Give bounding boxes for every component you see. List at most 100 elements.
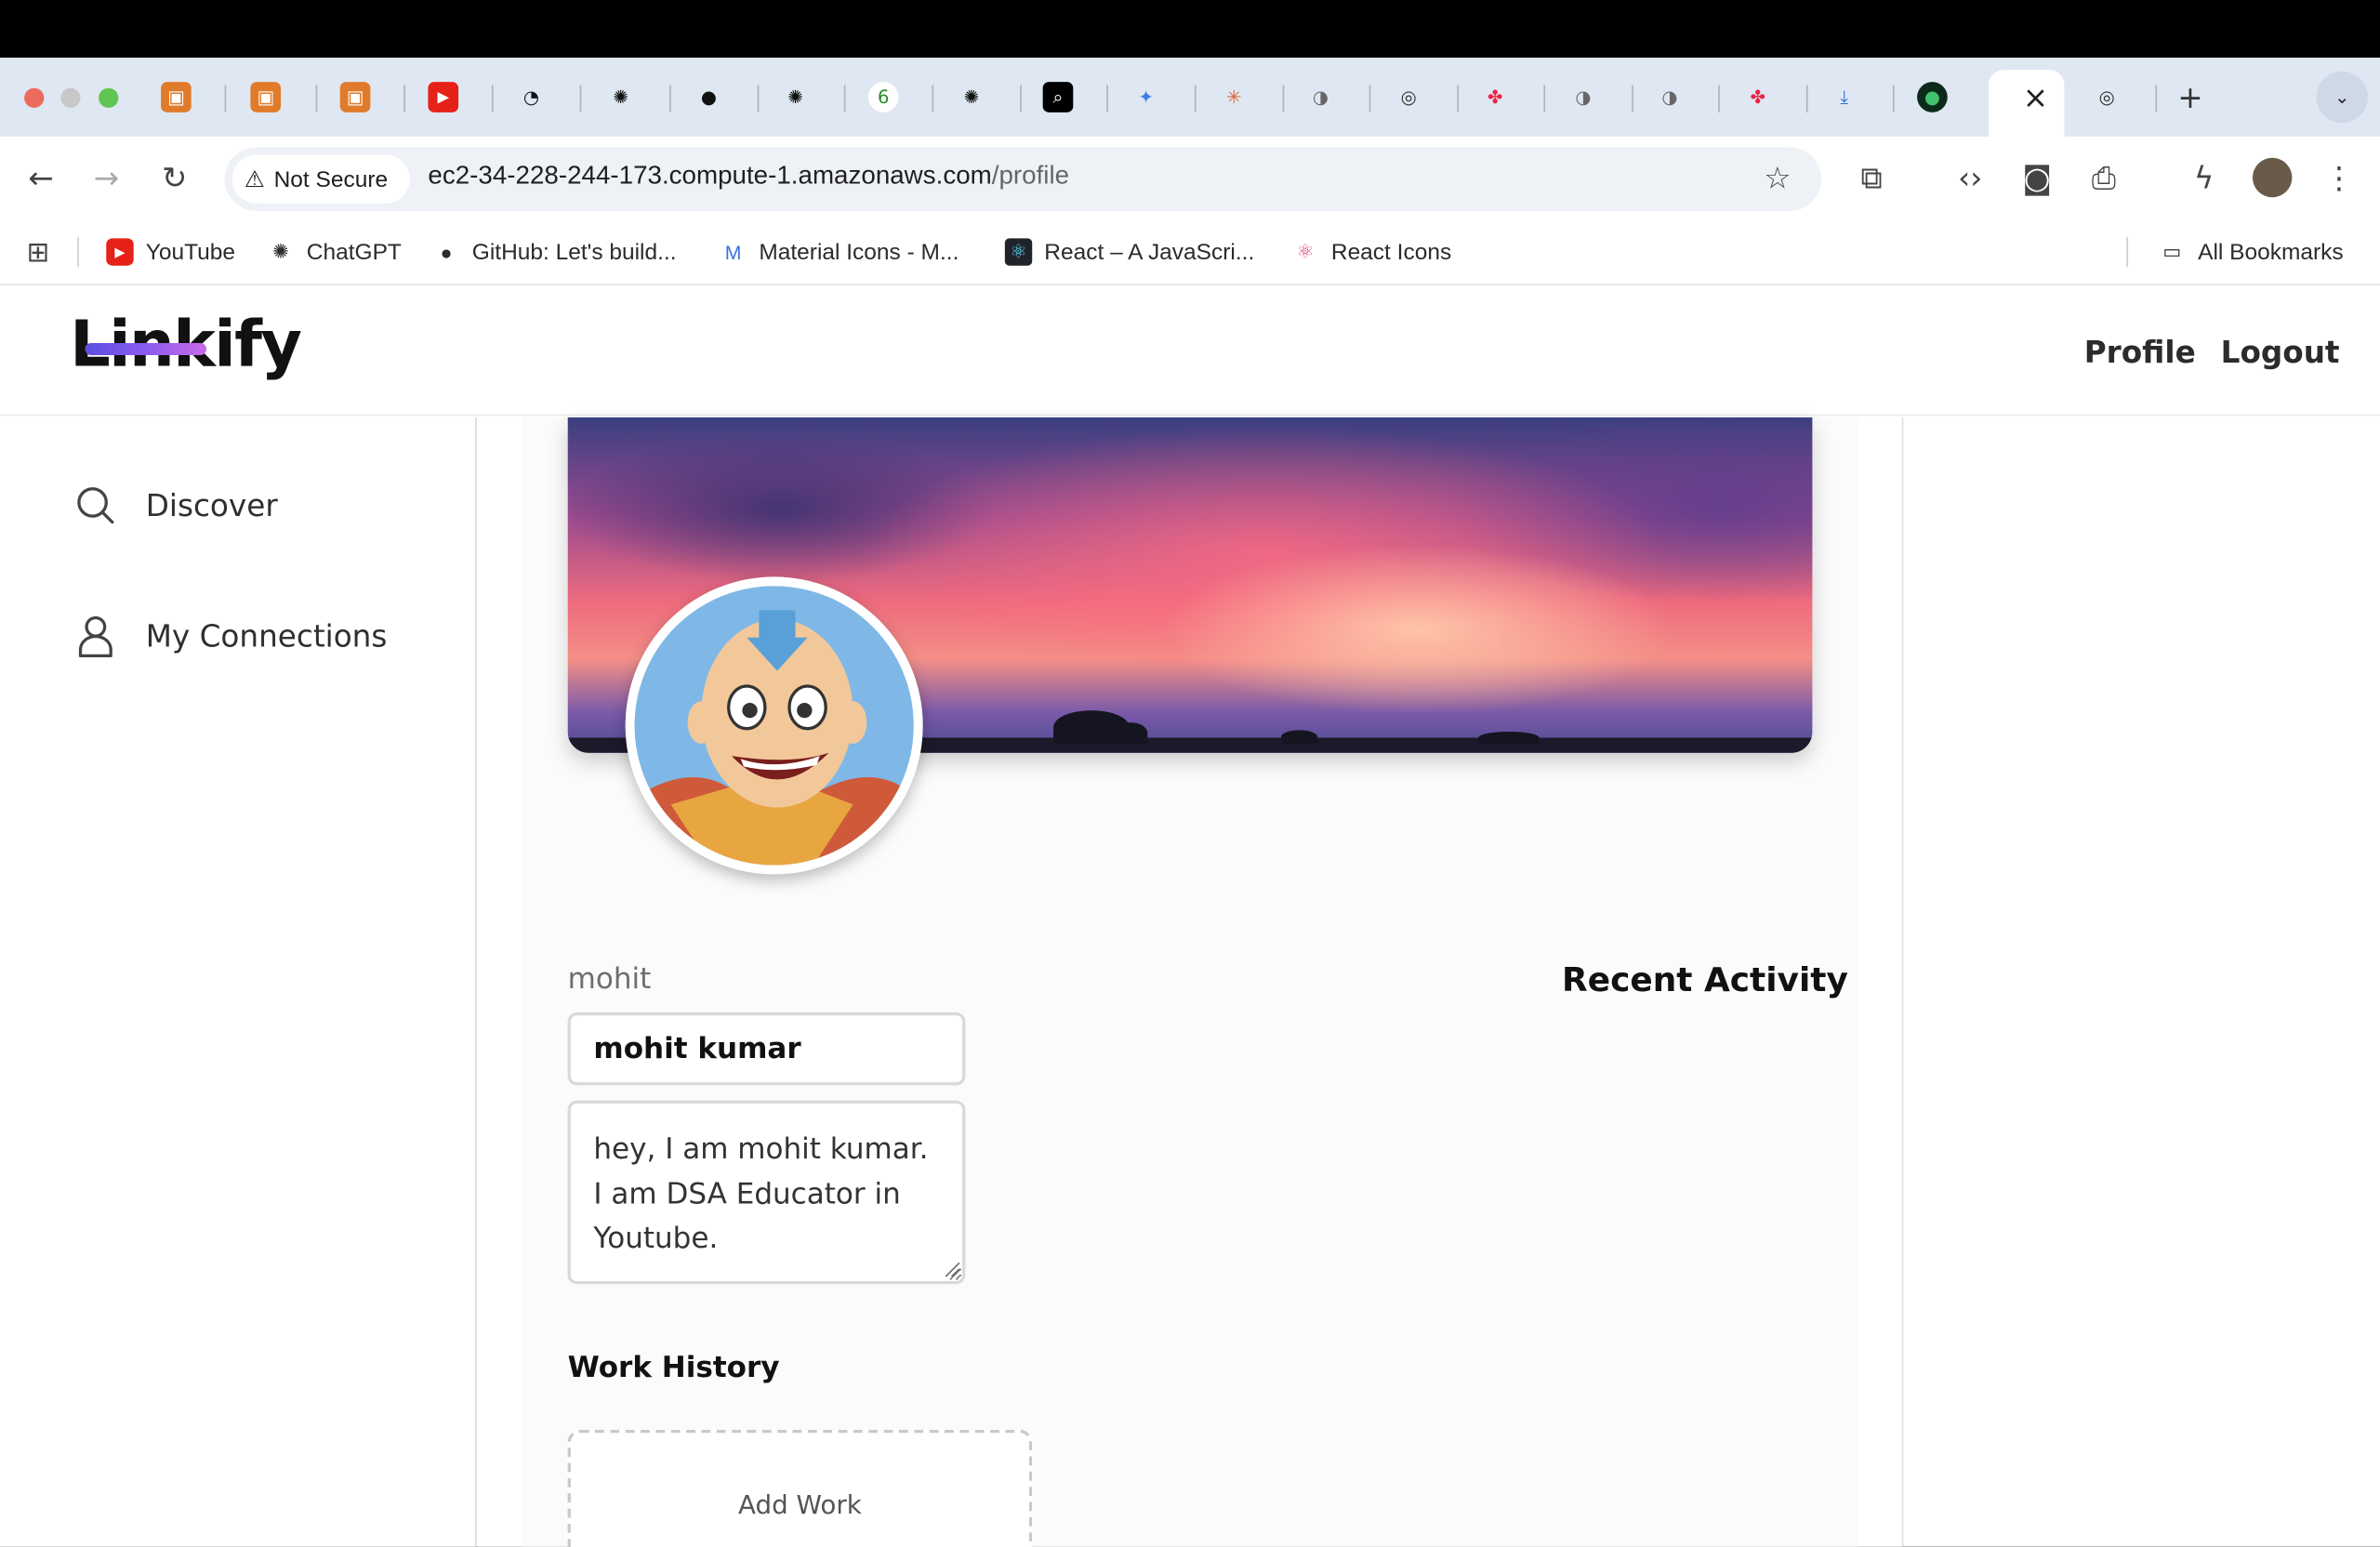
sidebar-item-label: My Connections [145, 617, 388, 654]
warning-icon: ⚠ [244, 166, 265, 193]
chrome-tab-icon[interactable]: ◎ [1394, 82, 1424, 112]
tab-separator [491, 85, 494, 112]
mongodb-tab-icon[interactable]: ● [1917, 82, 1948, 112]
tab-separator [757, 85, 760, 112]
profile-avatar-icon[interactable] [2252, 157, 2293, 198]
material-icon: M [724, 240, 742, 264]
screenshot-icon[interactable]: ◙ [2017, 158, 2056, 197]
devtools-icon[interactable]: ‹› [1950, 158, 1990, 197]
close-tab-icon[interactable]: × [2020, 79, 2051, 115]
tab-search-icon[interactable]: ⌄ [2316, 71, 2369, 124]
bookmark-label: React – A JavaScri... [1044, 239, 1255, 265]
name-input[interactable] [567, 1012, 966, 1086]
bookmark-label: Material Icons - M... [759, 239, 959, 265]
bookmark-label: GitHub: Let's build... [471, 239, 677, 265]
tree-silhouette [1114, 722, 1148, 745]
sidebar-item-connections[interactable]: My Connections [76, 614, 388, 659]
aws-tab-icon[interactable]: ▣ [161, 82, 192, 112]
tab-separator [1632, 85, 1633, 112]
work-history-heading: Work History [567, 1351, 780, 1385]
logo-swoosh [85, 342, 207, 356]
github-icon: ● [440, 240, 453, 264]
download-tab-icon[interactable]: ⤓ [1829, 82, 1859, 112]
leetcode-tab-icon[interactable]: 6 [867, 82, 899, 112]
print-icon[interactable]: ⎙ [2084, 158, 2123, 197]
all-bookmarks-button[interactable]: ▭ All Bookmarks [2159, 235, 2343, 269]
apps-grid-icon[interactable]: ⊞ [19, 232, 58, 271]
new-tab-button[interactable]: + [2175, 79, 2206, 115]
tab-separator [1282, 85, 1285, 112]
gemini-tab-icon[interactable]: ✦ [1130, 82, 1161, 112]
aws-tab-icon[interactable]: ▣ [250, 82, 282, 112]
minimize-window-button[interactable] [60, 87, 81, 108]
globe-tab-icon[interactable]: ◑ [1305, 82, 1336, 112]
tab-separator [1020, 85, 1022, 112]
nav-logout-link[interactable]: Logout [2221, 334, 2340, 370]
url-host: ec2-34-228-244-173.compute-1.amazonaws.c… [428, 161, 992, 191]
chatgpt-tab-icon[interactable]: ✺ [957, 82, 987, 112]
forward-icon[interactable]: → [86, 158, 126, 197]
url-path: /profile [991, 161, 1070, 191]
tab-separator [224, 85, 227, 112]
tab-separator [1718, 85, 1720, 112]
add-work-button[interactable]: Add Work [567, 1430, 1033, 1547]
bio-textarea[interactable]: hey, I am mohit kumar. I am DSA Educator… [567, 1100, 966, 1285]
menu-icon[interactable]: ⋮ [2320, 158, 2359, 197]
bookmark-github[interactable]: ● GitHub: Let's build... [432, 235, 677, 269]
figma-tab-icon[interactable]: ✤ [1480, 82, 1511, 112]
star-icon[interactable]: ☆ [1758, 158, 1797, 197]
chatgpt-icon: ✺ [272, 239, 289, 263]
tab-separator [1106, 85, 1108, 112]
close-window-button[interactable] [24, 87, 45, 108]
username-label: mohit [567, 962, 652, 997]
tab-separator [1194, 85, 1197, 112]
nav-profile-link[interactable]: Profile [2084, 334, 2196, 370]
security-chip-label: Not Secure [273, 165, 389, 192]
tab-separator [1543, 85, 1546, 112]
search-app-tab-icon[interactable]: ⌕ [1042, 82, 1074, 112]
tab-separator [403, 85, 405, 112]
figma-tab-icon[interactable]: ✤ [1742, 82, 1773, 112]
security-chip[interactable]: ⚠ Not Secure [231, 154, 410, 204]
chatgpt-tab-icon[interactable]: ✺ [605, 82, 636, 112]
sidebar [0, 416, 477, 1547]
search-icon [77, 487, 114, 524]
youtube-tab-icon[interactable]: ▶ [428, 82, 459, 112]
bookmark-youtube[interactable]: ▶ YouTube [106, 235, 235, 269]
tab-separator [315, 85, 318, 112]
tab-separator [1368, 85, 1371, 112]
back-icon[interactable]: ← [21, 158, 60, 197]
tree-silhouette [1478, 731, 1540, 745]
tab-separator [2155, 85, 2158, 112]
sidebar-item-discover[interactable]: Discover [76, 483, 278, 528]
chatgpt-tab-icon[interactable]: ✺ [780, 82, 811, 112]
avatar-illustration [625, 576, 923, 875]
extensions-icon[interactable]: ⧉ [1852, 158, 1891, 197]
github-check-tab-icon[interactable]: ◔ [516, 82, 547, 112]
globe-tab-icon[interactable]: ◑ [1655, 82, 1686, 112]
recent-activity-heading: Recent Activity [1562, 962, 1848, 1000]
reload-icon[interactable]: ↻ [155, 158, 194, 197]
bookmark-chatgpt[interactable]: ✺ ChatGPT [267, 235, 402, 269]
app-header [0, 284, 2380, 416]
sidebar-item-label: Discover [145, 487, 278, 524]
aws-tab-icon[interactable]: ▣ [339, 82, 371, 112]
chrome-tab-icon[interactable]: ◎ [2092, 82, 2122, 112]
globe-tab-icon[interactable]: ◑ [1568, 82, 1599, 112]
claude-tab-icon[interactable]: ✳ [1219, 82, 1250, 112]
maximize-window-button[interactable] [99, 87, 119, 108]
profile-avatar[interactable] [625, 576, 923, 875]
react-icon: ⚛ [1004, 238, 1033, 266]
tab-separator [579, 85, 582, 112]
performance-icon[interactable]: ϟ [2184, 158, 2223, 197]
bookmark-react[interactable]: ⚛ React – A JavaScri... [1004, 235, 1255, 269]
bookmark-material-icons[interactable]: M Material Icons - M... [720, 235, 959, 269]
youtube-icon: ▶ [106, 238, 134, 266]
tab-separator [932, 85, 934, 112]
tab-separator [1457, 85, 1460, 112]
resize-grip-icon[interactable] [943, 1260, 961, 1278]
bookmark-react-icons[interactable]: ⚛ React Icons [1291, 235, 1452, 269]
github-tab-icon[interactable]: ● [694, 82, 724, 112]
url-text[interactable]: ec2-34-228-244-173.compute-1.amazonaws.c… [428, 161, 1069, 192]
bookmark-separator [77, 236, 79, 268]
